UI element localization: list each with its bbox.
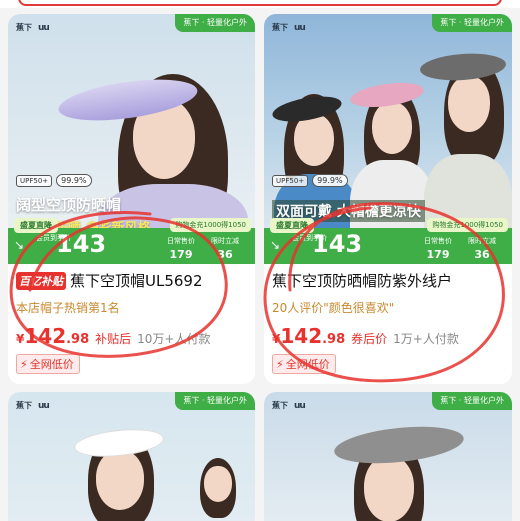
brand-logo-b: uu	[294, 400, 306, 411]
price-decimal: .98	[322, 332, 346, 347]
title-row[interactable]: 百亿补贴 蕉下空顶帽UL5692	[16, 270, 247, 291]
subsidy-badge: 百亿补贴	[16, 271, 66, 290]
member-price-value: 143	[56, 230, 107, 258]
product-title[interactable]: 蕉下空顶防晒帽防紫外线户	[272, 270, 452, 291]
price-compare: 购物金充1000得1050 日常售价 179 限时立减 36	[388, 218, 508, 264]
price-row: ¥142.98 补贴后 10万+人付款	[16, 324, 247, 348]
discount-col: 限时立减 36	[460, 236, 504, 261]
product-grid-page: 蕉下 uu 蕉下 · 轻量化户外 UPF50+ 99.9% 阔型空顶防晒帽 轻盈…	[0, 0, 520, 521]
product-image-4[interactable]: 蕉下 uu 蕉下 · 轻量化户外	[264, 392, 512, 521]
uv-block-badge: 99.9%	[56, 174, 92, 187]
regular-price-value: 179	[169, 248, 193, 261]
brand-logos: 蕉下 uu	[16, 400, 50, 411]
product-card-1[interactable]: 蕉下 uu 蕉下 · 轻量化户外 UPF50+ 99.9% 阔型空顶防晒帽 轻盈…	[8, 14, 255, 384]
rank-text: 本店帽子热销第1名	[16, 301, 120, 315]
product-image-1[interactable]: 蕉下 uu 蕉下 · 轻量化户外 UPF50+ 99.9% 阔型空顶防晒帽 轻盈…	[8, 14, 255, 264]
lowest-price-label: 全网低价	[285, 358, 330, 371]
discount-value: 36	[217, 248, 233, 261]
brand-logo-b: uu	[294, 22, 306, 33]
upf-tag: UPF50+	[272, 174, 309, 187]
brand-ribbon: 蕉下 · 轻量化户外	[175, 14, 255, 32]
lowest-price-label: 全网低价	[29, 358, 74, 371]
shopping-gold-tag: 购物金充1000得1050	[427, 218, 508, 232]
model-figure	[324, 418, 466, 521]
brand-logo-a: 蕉下	[272, 401, 288, 410]
product-info-1[interactable]: 百亿补贴 蕉下空顶帽UL5692 本店帽子热销第1名 ¥142.98 补贴后 1…	[8, 264, 255, 374]
member-price-value: 143	[312, 230, 363, 258]
brand-logo-b: uu	[38, 22, 50, 33]
product-card-4[interactable]: 蕉下 uu 蕉下 · 轻量化户外	[264, 392, 512, 521]
discount-col: 限时立减 36	[203, 236, 247, 261]
search-bar-remnant[interactable]	[0, 0, 520, 8]
regular-price-col: 日常售价 179	[159, 236, 203, 261]
title-row[interactable]: 蕉下空顶防晒帽防紫外线户	[272, 270, 504, 291]
upf-tag: UPF50+	[16, 174, 53, 187]
lightning-icon: ⚡	[20, 357, 28, 371]
brand-logos: 蕉下 uu	[272, 22, 306, 33]
brand-logo-b: uu	[38, 400, 50, 411]
discount-value: 36	[474, 248, 490, 261]
price-integer: 142	[24, 324, 67, 348]
spec-badges: UPF50+ 99.9%	[272, 174, 348, 187]
price-note: 补贴后	[95, 332, 132, 346]
product-card-2[interactable]: 蕉下 uu 蕉下 · 轻量化户外 UPF50+ 99.9% 双面可戴 大帽檐更凉…	[264, 14, 512, 384]
brand-logos: 蕉下 uu	[16, 22, 50, 33]
product-info-2[interactable]: 蕉下空顶防晒帽防紫外线户 20人评价"颜色很喜欢" ¥142.98 券后价 1万…	[264, 264, 512, 374]
regular-price-col: 日常售价 179	[416, 236, 460, 261]
review-highlight: 20人评价"颜色很喜欢"	[272, 301, 395, 315]
brand-logo-a: 蕉下	[272, 23, 288, 32]
live-deal-tag: 盛夏直降	[270, 218, 314, 233]
price-note: 券后价	[351, 332, 388, 346]
brand-ribbon: 蕉下 · 轻量化户外	[432, 392, 512, 410]
lowest-price-badge: ⚡ 全网低价	[16, 354, 80, 374]
product-image-3[interactable]: 蕉下 uu 蕉下 · 轻量化户外	[8, 392, 255, 521]
product-title[interactable]: 蕉下空顶帽UL5692	[70, 270, 203, 291]
product-card-3[interactable]: 蕉下 uu 蕉下 · 轻量化户外	[8, 392, 255, 521]
lightning-icon: ⚡	[276, 357, 284, 371]
model-figure-small	[188, 454, 248, 521]
brand-ribbon: 蕉下 · 轻量化户外	[432, 14, 512, 32]
price-compare: 购物金充1000得1050 日常售价 179 限时立减 36	[131, 218, 251, 264]
promo-price-bar: 盛夏直降 ↘ 会员到手价 143 购物金充1000得1050 日常售价 179 …	[8, 218, 255, 264]
product-image-2[interactable]: 蕉下 uu 蕉下 · 轻量化户外 UPF50+ 99.9% 双面可戴 大帽檐更凉…	[264, 14, 512, 264]
price-row: ¥142.98 券后价 1万+人付款	[272, 324, 504, 348]
regular-price-label: 日常售价	[424, 237, 452, 245]
discount-label: 限时立减	[468, 237, 496, 245]
lowest-price-badge: ⚡ 全网低价	[272, 354, 336, 374]
discount-label: 限时立减	[211, 237, 239, 245]
brand-logo-a: 蕉下	[16, 401, 32, 410]
brand-ribbon: 蕉下 · 轻量化户外	[175, 392, 255, 410]
spec-badges: UPF50+ 99.9%	[16, 174, 92, 187]
regular-price-label: 日常售价	[167, 237, 195, 245]
down-arrow-icon: ↘	[14, 238, 25, 252]
sold-count: 1万+人付款	[393, 332, 459, 346]
brand-logos: 蕉下 uu	[272, 400, 306, 411]
model-figure	[68, 416, 178, 521]
sold-count: 10万+人付款	[137, 332, 211, 346]
price-integer: 142	[280, 324, 323, 348]
promo-price-bar: 盛夏直降 ↘ 会员到手价 143 购物金充1000得1050 日常售价 179 …	[264, 218, 512, 264]
shopping-gold-tag: 购物金充1000得1050	[170, 218, 251, 232]
uv-block-badge: 99.9%	[312, 174, 348, 187]
headline-line-1: 阔型空顶防晒帽	[16, 196, 122, 214]
brand-logo-a: 蕉下	[16, 23, 32, 32]
live-deal-tag: 盛夏直降	[14, 218, 58, 233]
down-arrow-icon: ↘	[270, 238, 281, 252]
price-decimal: .98	[66, 332, 90, 347]
regular-price-value: 179	[426, 248, 450, 261]
